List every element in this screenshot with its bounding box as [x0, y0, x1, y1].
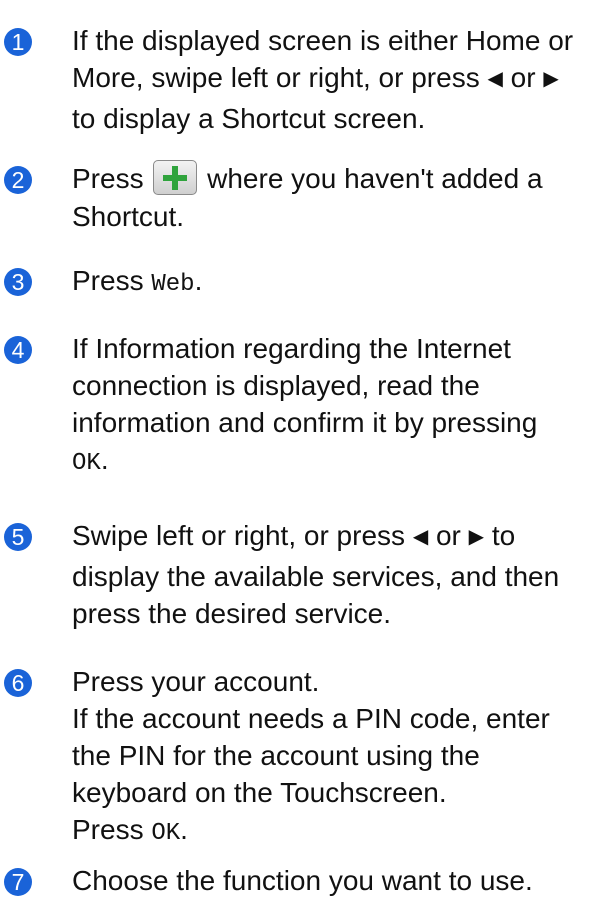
left-arrow-icon: ◀: [412, 526, 429, 548]
step-text: Press your account. If the account needs…: [72, 666, 550, 847]
step-number-badge: 1: [4, 28, 32, 56]
step-text: Choose the function you want to use.: [72, 865, 533, 896]
code-label: OK: [151, 820, 181, 847]
code-label: Web: [151, 271, 195, 298]
step-number-badge: 5: [4, 523, 32, 551]
right-arrow-icon: ▶: [468, 526, 485, 548]
plus-icon: [153, 160, 198, 196]
step-number-badge: 7: [4, 868, 32, 896]
step-text: If the displayed screen is either Home o…: [72, 25, 574, 134]
step-text: Swipe left or right, or press ◀ or ▶ to …: [72, 520, 560, 629]
code-label: OK: [72, 450, 101, 477]
step-text: Press Web.: [72, 265, 203, 298]
step-number-badge: 3: [4, 268, 32, 296]
step-number-badge: 6: [4, 669, 32, 697]
step-text: If Information regarding the Internet co…: [72, 333, 538, 477]
left-arrow-icon: ◀: [487, 68, 503, 90]
step-text: Press where you haven't added a Shortcut…: [72, 160, 612, 235]
step-number-badge: 2: [4, 166, 32, 194]
right-arrow-icon: ▶: [543, 68, 559, 90]
step-number-badge: 4: [4, 336, 32, 364]
